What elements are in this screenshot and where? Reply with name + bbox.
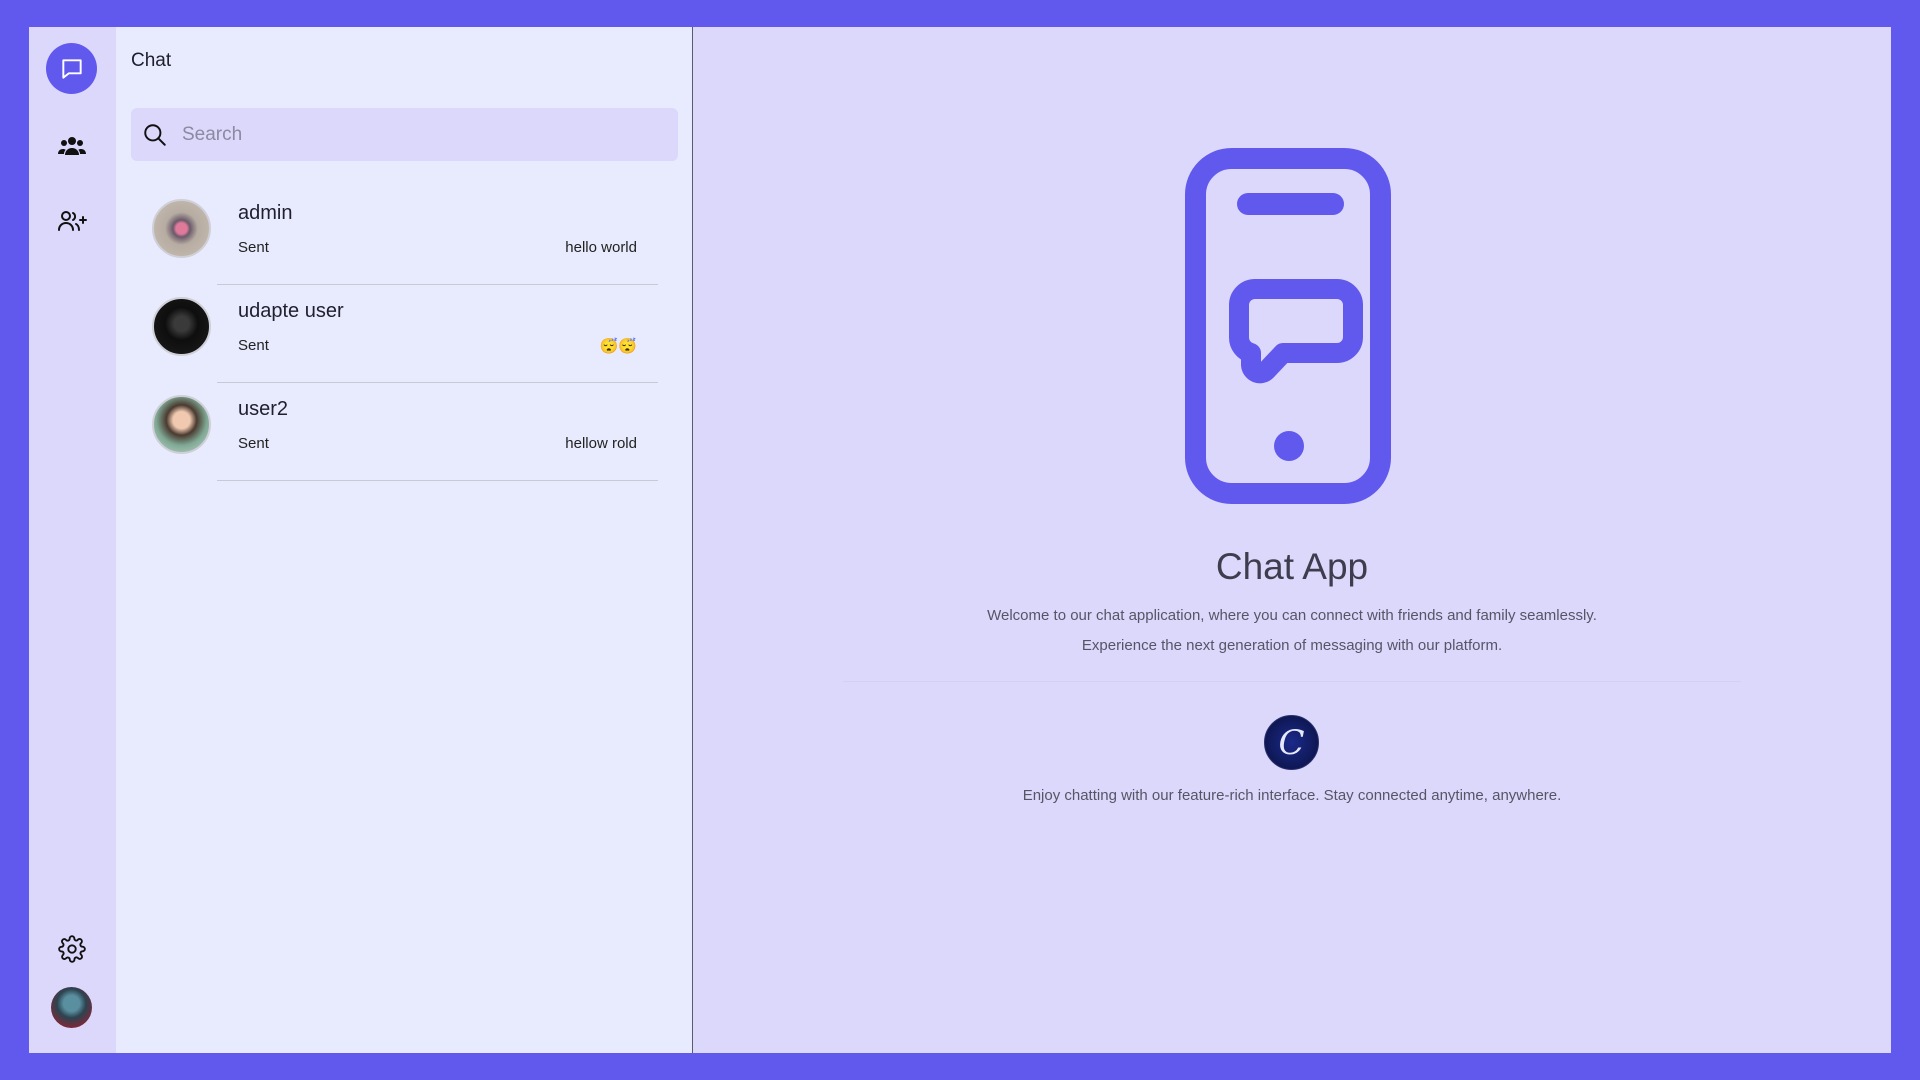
message-status: Sent	[238, 239, 269, 256]
chat-list-panel: Chat admin Sent hello world udapte user	[116, 27, 693, 1053]
avatar	[152, 199, 211, 258]
nav-rail	[29, 27, 116, 1053]
search-icon	[142, 122, 168, 148]
add-user-icon	[57, 209, 87, 233]
avatar	[152, 297, 211, 356]
welcome-title: Chat App	[1215, 546, 1369, 587]
separator	[843, 681, 1741, 682]
welcome-footer-text: Enjoy chatting with our feature-rich int…	[1022, 787, 1562, 804]
nav-add-friend-button[interactable]	[46, 195, 97, 246]
chat-item-udapte-user[interactable]: udapte user Sent 😴😴	[116, 285, 692, 383]
chat-item-admin[interactable]: admin Sent hello world	[116, 187, 692, 285]
search-input[interactable]	[182, 123, 642, 146]
message-status: Sent	[238, 435, 269, 452]
message-status: Sent	[238, 337, 269, 354]
chat-item-user2[interactable]: user2 Sent hellow rold	[116, 383, 692, 481]
last-message: 😴😴	[599, 338, 637, 355]
last-message: hello world	[565, 239, 637, 256]
group-icon	[57, 134, 86, 158]
chat-bubble-icon	[59, 56, 85, 82]
welcome-text-line-2: Experience the next generation of messag…	[1081, 637, 1503, 654]
divider	[217, 480, 658, 481]
chat-name: udapte user	[238, 300, 344, 322]
welcome-text-line-1: Welcome to our chat application, where y…	[987, 607, 1597, 624]
avatar	[152, 395, 211, 454]
welcome-area: Chat App Welcome to our chat application…	[693, 27, 1891, 1053]
chat-name: admin	[238, 202, 293, 224]
nav-settings-button[interactable]	[46, 923, 97, 974]
search-bar	[131, 108, 678, 161]
gear-icon	[57, 934, 86, 963]
panel-title: Chat	[131, 50, 172, 71]
chat-app-window: Chat admin Sent hello world udapte user	[29, 27, 1891, 1053]
nav-chat-button[interactable]	[46, 43, 97, 94]
phone-chat-icon	[1185, 148, 1391, 509]
chat-list: admin Sent hello world udapte user Sent …	[116, 187, 692, 481]
profile-avatar[interactable]	[51, 987, 92, 1028]
last-message: hellow rold	[565, 435, 637, 452]
brand-logo: C	[1264, 715, 1319, 770]
chat-name: user2	[238, 398, 289, 420]
nav-groups-button[interactable]	[46, 120, 97, 171]
